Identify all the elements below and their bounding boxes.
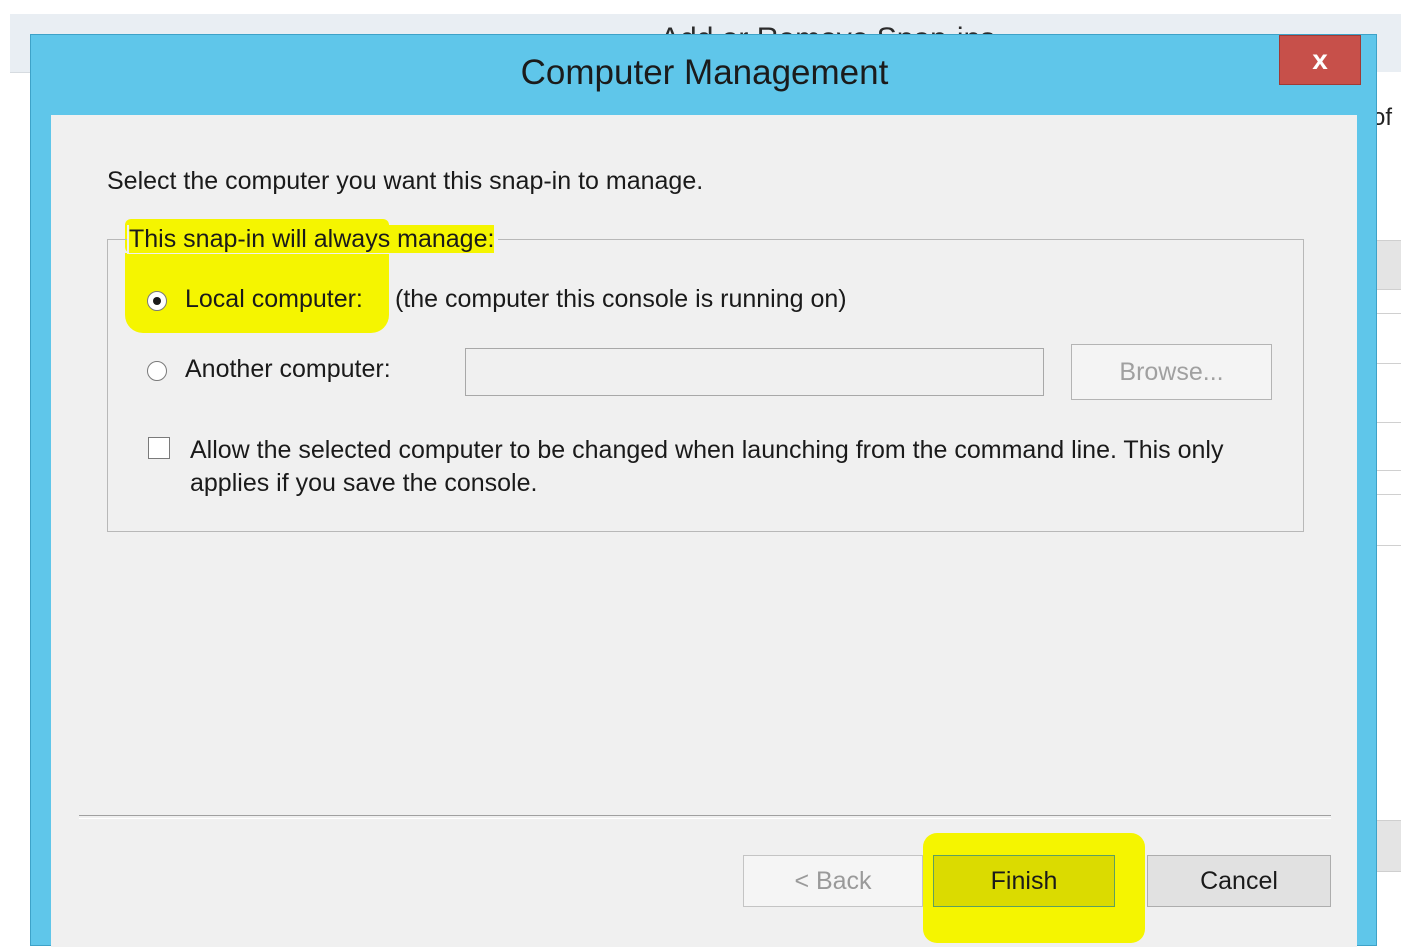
allow-change-checkbox[interactable] — [148, 437, 170, 459]
group-label: This snap-in will always manage: — [127, 225, 499, 254]
another-computer-label[interactable]: Another computer: — [185, 355, 391, 384]
back-button[interactable]: < Back — [743, 855, 923, 907]
dialog-client-area: Select the computer you want this snap-i… — [51, 115, 1357, 947]
local-computer-label[interactable]: Local computer: — [185, 285, 363, 314]
another-computer-input[interactable] — [465, 348, 1044, 396]
radio-selected-dot — [153, 297, 161, 305]
cancel-button[interactable]: Cancel — [1147, 855, 1331, 907]
group-label-text: This snap-in will always manage: — [129, 225, 495, 253]
footer-separator — [79, 815, 1331, 819]
another-computer-radio[interactable] — [147, 361, 167, 381]
browse-button[interactable]: Browse... — [1071, 344, 1272, 400]
intro-text: Select the computer you want this snap-i… — [107, 167, 704, 195]
allow-change-label[interactable]: Allow the selected computer to be change… — [190, 434, 1280, 500]
computer-management-dialog: Computer Management x Select the compute… — [30, 34, 1377, 947]
local-computer-radio[interactable] — [147, 291, 167, 311]
dialog-title: Computer Management — [520, 53, 889, 92]
close-button[interactable]: x — [1279, 35, 1361, 85]
local-computer-description: (the computer this console is running on… — [395, 285, 847, 313]
finish-button[interactable]: Finish — [933, 855, 1115, 907]
